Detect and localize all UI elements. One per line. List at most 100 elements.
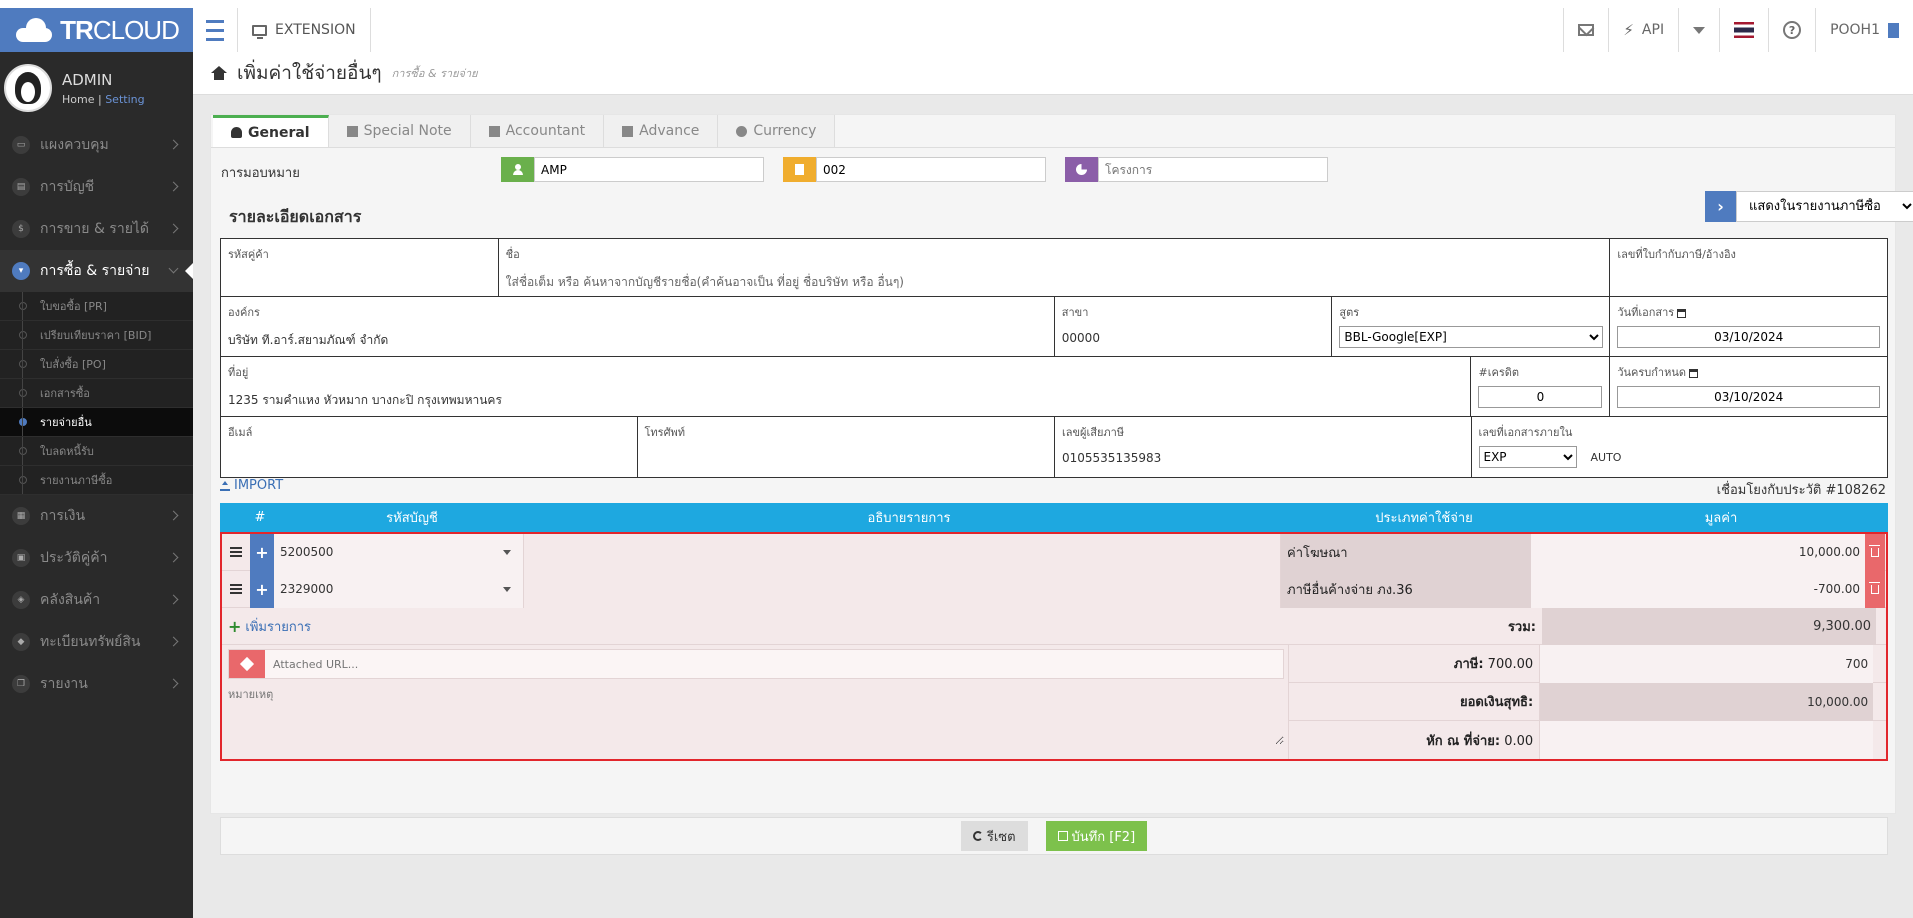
subitem-credit-note[interactable]: ใบลดหนี้รับ xyxy=(0,437,193,466)
help-button[interactable]: ? xyxy=(1768,8,1815,52)
sidebar-item-partners[interactable]: ▣ ประวัติคู่ค้า xyxy=(0,537,193,579)
cart-icon: ▾ xyxy=(12,262,30,280)
assignment-label: การมอบหมาย xyxy=(221,166,300,181)
tab-advance[interactable]: Advance xyxy=(604,115,719,147)
tax-row: ภาษี: 700.00 700 xyxy=(1289,644,1886,683)
copy-icon: ❐ xyxy=(12,675,30,693)
subitem-other-expense[interactable]: รายจ่ายอื่น xyxy=(0,408,193,437)
account-select[interactable]: 2329000 xyxy=(274,570,524,608)
tab-label: Special Note xyxy=(363,123,452,139)
sidebar-item-label: รายงาน xyxy=(40,676,88,692)
email-cell[interactable]: อีเมล์ xyxy=(221,417,638,477)
delete-row-button[interactable] xyxy=(1865,570,1885,608)
insert-row-button[interactable]: + xyxy=(250,533,274,571)
subitem-purchase-tax-report[interactable]: รายงานภาษีซื้อ xyxy=(0,466,193,495)
subitem-bid[interactable]: เปรียบเทียบราคา [BID] xyxy=(0,321,193,350)
sidebar-item-reports[interactable]: ❐ รายงาน xyxy=(0,663,193,705)
due-date-input[interactable] xyxy=(1617,386,1880,408)
reset-button[interactable]: รีเซต xyxy=(960,821,1028,851)
phone-cell[interactable]: โทรศัพท์ xyxy=(638,417,1055,477)
vendor-code-cell[interactable]: รหัสคู่ค้า xyxy=(221,239,499,296)
assign-project-input[interactable] xyxy=(1098,157,1328,182)
amount-value[interactable]: 10,000.00 xyxy=(1531,533,1865,571)
formula-select[interactable]: BBL-Google[EXP] xyxy=(1339,326,1604,348)
table-row: + 5200500 ค่าโฆษณา 10,000.00 xyxy=(222,533,1886,571)
chevron-right-icon xyxy=(168,552,179,563)
show-in-report-select[interactable]: แสดงในรายงานภาษีซื้อ xyxy=(1736,191,1913,222)
avatar[interactable] xyxy=(4,64,52,112)
add-item-label: เพิ่มรายการ xyxy=(245,619,312,635)
subitem-po[interactable]: ใบสั่งซื้อ [PO] xyxy=(0,350,193,379)
main-content: เพิ่มค่าใช้จ่ายอื่นๆ การซื้อ & รายจ่าย G… xyxy=(193,52,1913,918)
delete-row-button[interactable] xyxy=(1865,533,1885,571)
internal-no-label: เลขที่เอกสารภายใน xyxy=(1478,426,1573,439)
credit-input[interactable] xyxy=(1478,386,1603,408)
tab-general[interactable]: General xyxy=(213,115,329,147)
dropdown-button[interactable] xyxy=(1678,8,1719,52)
assign-branch-input[interactable] xyxy=(816,157,1046,182)
amount-value[interactable]: -700.00 xyxy=(1531,570,1865,608)
mail-button[interactable] xyxy=(1563,8,1608,52)
sidebar-item-purchase[interactable]: ▾ การซื้อ & รายจ่าย xyxy=(0,250,193,292)
menu-toggle-button[interactable] xyxy=(193,8,238,52)
api-button[interactable]: ⚡ API xyxy=(1608,8,1678,52)
subitem-purchase-doc[interactable]: เอกสารซื้อ xyxy=(0,379,193,408)
drag-handle-icon[interactable] xyxy=(222,547,250,557)
question-icon: ? xyxy=(1783,21,1802,39)
save-button[interactable]: บันทึก [F2] xyxy=(1045,821,1148,851)
sidebar-item-inventory[interactable]: ◈ คลังสินค้า xyxy=(0,579,193,621)
chevron-right-icon xyxy=(168,223,179,234)
remark-textarea[interactable] xyxy=(228,683,1285,745)
insert-row-button[interactable]: + xyxy=(250,570,274,608)
brand-logo[interactable]: TRCLOUD xyxy=(0,8,193,52)
lines-body: + 5200500 ค่าโฆษณา 10,000.00 + 2329000 ภ… xyxy=(220,532,1888,761)
bullet-icon xyxy=(19,476,27,484)
chevron-right-icon xyxy=(168,636,179,647)
tax-label: ภาษี: xyxy=(1453,657,1484,672)
description-input[interactable] xyxy=(524,533,1281,571)
sidebar-item-assets[interactable]: ◆ ทะเบียนทรัพย์สิน xyxy=(0,621,193,663)
subitem-label: ใบสั่งซื้อ [PO] xyxy=(40,358,106,371)
taxid-label: เลขผู้เสียภาษี xyxy=(1062,426,1125,439)
sidebar-item-dashboard[interactable]: ▭ แผงควบคุม xyxy=(0,124,193,166)
diamond-icon: ◆ xyxy=(12,633,30,651)
subitem-pr[interactable]: ใบขอซื้อ [PR] xyxy=(0,292,193,321)
note-icon xyxy=(346,125,358,137)
add-item-button[interactable]: + เพิ่มรายการ xyxy=(222,616,1295,637)
chevron-right-icon[interactable]: › xyxy=(1705,191,1736,222)
sidebar-item-accounting[interactable]: ▤ การบัญชี xyxy=(0,166,193,208)
floppy-icon xyxy=(1057,831,1068,841)
header-description: อธิบายรายการ xyxy=(867,511,951,526)
assign-user-input[interactable] xyxy=(534,157,764,182)
chevron-right-icon xyxy=(168,139,179,150)
form-panel: General Special Note Accountant Advance … xyxy=(210,114,1913,855)
language-button[interactable] xyxy=(1719,8,1768,52)
account-select[interactable]: 5200500 xyxy=(274,533,524,571)
attached-url-input[interactable] xyxy=(265,650,1284,678)
description-input[interactable] xyxy=(524,570,1281,608)
extension-button[interactable]: EXTENSION xyxy=(238,8,371,52)
doc-date-input[interactable] xyxy=(1617,326,1880,348)
drag-handle-icon[interactable] xyxy=(222,584,250,594)
sidebar-item-finance[interactable]: ▦ การเงิน xyxy=(0,495,193,537)
tab-special-note[interactable]: Special Note xyxy=(328,115,471,147)
internal-no-select[interactable]: EXP xyxy=(1478,446,1577,468)
globe-icon xyxy=(736,125,748,137)
tab-accountant[interactable]: Accountant xyxy=(470,115,605,147)
sidebar-item-sales[interactable]: $ การขาย & รายได้ xyxy=(0,208,193,250)
tax-value[interactable]: 700 xyxy=(1539,644,1874,683)
user-menu[interactable]: POOH1 xyxy=(1815,8,1913,52)
dropbox-button[interactable] xyxy=(229,650,265,678)
import-button[interactable]: IMPORT xyxy=(220,478,283,493)
vendor-name-cell[interactable]: ชื่อ ใส่ชื่อเต็ม หรือ ค้นหาจากบัญชีรายชื่… xyxy=(499,239,1611,296)
grid-row-vendor: รหัสคู่ค้า ชื่อ ใส่ชื่อเต็ม หรือ ค้นหาจาก… xyxy=(221,239,1887,297)
home-icon xyxy=(211,66,227,80)
tax-invoice-cell[interactable]: เลขที่ใบกำกับภาษี/อ้างอิง xyxy=(1610,239,1887,296)
org-label: องค์กร xyxy=(228,306,260,319)
home-link[interactable]: Home xyxy=(62,93,94,106)
table-row: + 2329000 ภาษีอื่นค้างจ่าย ภง.36 -700.00 xyxy=(222,570,1886,608)
grid-row-org: องค์กร บริษัท ที.อาร์.สยามภัณฑ์ จำกัด สาข… xyxy=(221,297,1887,357)
tab-currency[interactable]: Currency xyxy=(718,115,836,147)
wht-value[interactable] xyxy=(1539,721,1874,759)
setting-link[interactable]: Setting xyxy=(105,93,144,106)
